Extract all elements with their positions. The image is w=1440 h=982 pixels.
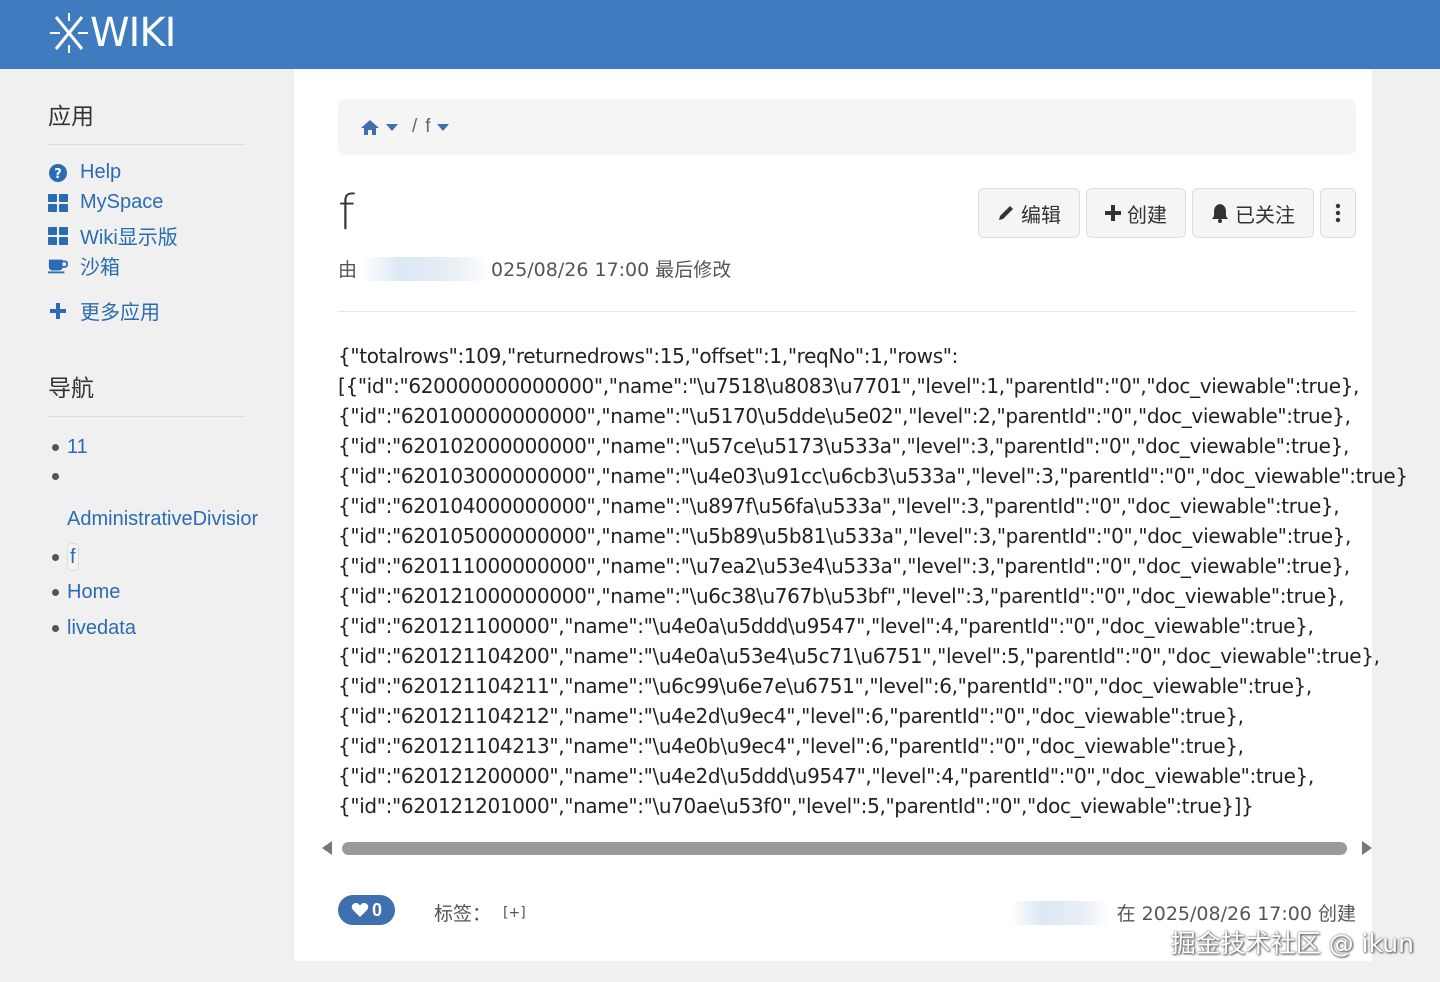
top-bar: WIKI xyxy=(0,0,1440,69)
content-line: {"id":"620121200000","name":"\u4e2d\u5dd… xyxy=(338,764,1314,788)
content-line: {"id":"620104000000000","name":"\u897f\u… xyxy=(338,494,1340,518)
nav-item-home: Home xyxy=(52,581,120,604)
kebab-menu-icon xyxy=(1335,203,1341,223)
like-button[interactable]: 0 xyxy=(338,895,395,925)
content-line: {"id":"620121000000000","name":"\u6c38\u… xyxy=(338,584,1345,608)
content-line: {"id":"620121104213","name":"\u4e0b\u9ec… xyxy=(338,734,1244,758)
last-modified: 由 025/08/26 17:00 最后修改 xyxy=(338,255,731,282)
nav-link[interactable]: AdministrativeDivisior xyxy=(67,508,258,531)
create-button[interactable]: 创建 xyxy=(1086,188,1186,238)
sidebar-item-label: Help xyxy=(80,161,122,183)
more-apps-link[interactable]: 更多应用 xyxy=(48,296,160,325)
sidebar-item-wiki-display[interactable]: Wiki显示版 xyxy=(48,221,178,250)
sidebar-item-sandbox[interactable]: 沙箱 xyxy=(48,251,120,280)
grid-icon xyxy=(48,193,68,213)
modified-by-prefix: 由 xyxy=(338,259,358,281)
home-icon xyxy=(361,119,379,135)
sidebar-item-help[interactable]: ? Help xyxy=(48,161,121,184)
chevron-down-icon xyxy=(386,123,398,131)
bullet xyxy=(52,473,59,480)
scroll-left-arrow[interactable] xyxy=(322,841,332,855)
add-tag-button[interactable]: [+] xyxy=(503,905,526,921)
like-count: 0 xyxy=(371,899,382,920)
nav-item-11: 11 xyxy=(52,436,88,459)
created-text: 在 2025/08/26 17:00 创建 xyxy=(1116,903,1356,925)
svg-text:?: ? xyxy=(54,167,62,182)
content-line: {"id":"620121104200","name":"\u4e0a\u53e… xyxy=(338,644,1380,668)
edit-label: 编辑 xyxy=(1021,202,1061,227)
content-line: {"id":"620111000000000","name":"\u7ea2\u… xyxy=(338,554,1350,578)
content-line: {"id":"620121100000","name":"\u4e0a\u5dd… xyxy=(338,614,1314,638)
coffee-cup-icon xyxy=(48,256,68,276)
nav-link[interactable]: Home xyxy=(67,581,120,604)
apps-heading: 应用 xyxy=(48,104,94,130)
redacted-author[interactable] xyxy=(361,256,492,281)
breadcrumb-current[interactable]: f xyxy=(425,116,449,138)
redacted-creator[interactable] xyxy=(1010,900,1111,925)
nav-item-administrative xyxy=(52,473,67,480)
scroll-right-arrow[interactable] xyxy=(1362,841,1372,855)
page-actions: 编辑 创建 已关注 xyxy=(978,188,1356,238)
tags: 标签： [+] xyxy=(434,899,526,926)
content-line: {"id":"620102000000000","name":"\u57ce\u… xyxy=(338,434,1349,458)
bell-icon xyxy=(1211,203,1229,223)
content-line: {"id":"620103000000000","name":"\u4e03\u… xyxy=(338,464,1408,488)
divider xyxy=(48,144,245,145)
page-content: {"totalrows":109,"returnedrows":15,"offs… xyxy=(338,341,1408,821)
xwiki-logo[interactable]: WIKI xyxy=(50,10,176,56)
content-line: {"id":"620121104211","name":"\u6c99\u6e7… xyxy=(338,674,1312,698)
nav-item-livedata: livedata xyxy=(52,617,136,640)
page-title: f xyxy=(338,185,355,241)
content-line: [{"id":"620000000000000","name":"\u7518\… xyxy=(338,374,1360,398)
more-actions-button[interactable] xyxy=(1320,188,1356,238)
heart-icon xyxy=(351,903,369,917)
content-line: {"id":"620105000000000","name":"\u5b89\u… xyxy=(338,524,1352,548)
nav-link[interactable]: 11 xyxy=(67,436,88,459)
question-circle-icon: ? xyxy=(48,163,68,183)
sidebar: 应用 ? Help MySpace Wiki显示版 沙箱 更多应用 导航 11 xyxy=(0,69,294,982)
edit-button[interactable]: 编辑 xyxy=(978,188,1080,238)
sidebar-item-label: MySpace xyxy=(80,191,164,213)
bullet xyxy=(52,553,59,561)
breadcrumb-home[interactable] xyxy=(360,119,398,136)
nav-link[interactable]: livedata xyxy=(67,617,136,640)
content-line: {"id":"620100000000000","name":"\u5170\u… xyxy=(338,404,1351,428)
sidebar-item-myspace[interactable]: MySpace xyxy=(48,191,163,214)
tags-label: 标签： xyxy=(434,903,492,925)
modified-text: 025/08/26 17:00 最后修改 xyxy=(491,259,732,281)
more-apps-label: 更多应用 xyxy=(80,302,160,324)
logo-text: WIKI xyxy=(90,10,176,56)
content-line: {"id":"620121104212","name":"\u4e2d\u9ec… xyxy=(338,704,1244,728)
bullet xyxy=(52,444,59,451)
nav-item-administrative-label: AdministrativeDivisior xyxy=(67,508,258,531)
nav-link-current[interactable]: f xyxy=(67,543,79,571)
plus-icon xyxy=(48,301,68,321)
divider xyxy=(48,416,245,417)
bullet xyxy=(52,589,59,596)
main-content: / f f 编辑 创建 已关注 由 025/08/26 17:00 最后修改 {… xyxy=(294,69,1408,961)
x-logo-icon xyxy=(50,13,88,53)
create-label: 创建 xyxy=(1127,202,1167,227)
chevron-down-icon xyxy=(436,123,449,131)
watch-label: 已关注 xyxy=(1235,202,1295,227)
nav-item-f: f xyxy=(52,543,79,571)
sidebar-item-label: 沙箱 xyxy=(80,257,120,279)
horizontal-scrollbar[interactable] xyxy=(342,842,1347,855)
plus-icon xyxy=(1105,205,1121,221)
watermark: 掘金技术社区 @ ikun xyxy=(1170,929,1414,958)
created-info: 在 2025/08/26 17:00 创建 xyxy=(1010,899,1356,926)
watch-button[interactable]: 已关注 xyxy=(1192,188,1314,238)
pencil-icon xyxy=(997,204,1015,222)
breadcrumb: / f xyxy=(338,99,1356,155)
content-line: {"id":"620121201000","name":"\u70ae\u53f… xyxy=(338,794,1254,818)
breadcrumb-current-label: f xyxy=(425,116,431,137)
nav-heading: 导航 xyxy=(48,376,94,402)
sidebar-item-label: Wiki显示版 xyxy=(80,227,178,249)
divider xyxy=(338,311,1356,312)
grid-icon xyxy=(48,226,68,246)
content-line: {"totalrows":109,"returnedrows":15,"offs… xyxy=(338,344,959,368)
breadcrumb-separator: / xyxy=(412,116,418,137)
bullet xyxy=(52,625,59,632)
